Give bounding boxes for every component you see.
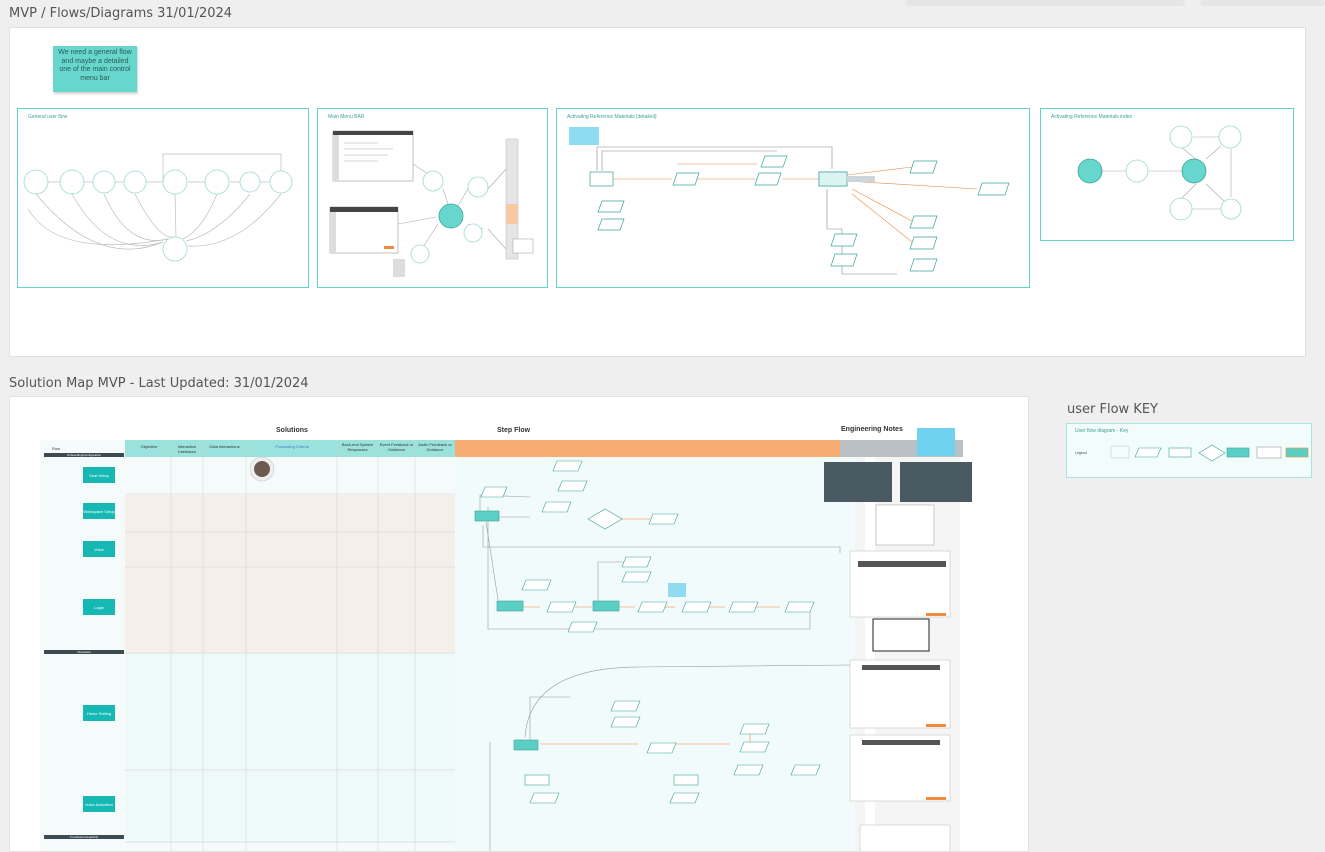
mvp-frame-title: MVP / Flows/Diagrams 31/01/2024: [9, 6, 233, 21]
top-edge-shadow: [905, 0, 1185, 6]
solution-map-frame-title: Solution Map MVP - Last Updated: 31/01/2…: [9, 376, 309, 391]
column-header-back-end: Back-end System Responses: [341, 442, 374, 452]
key-frame[interactable]: User flow diagram - Key Legend: [1066, 423, 1312, 478]
row-label[interactable]: Voice Activation: [83, 796, 115, 812]
subframe-activating-reference-detailed[interactable]: Activating Reference Materials [detailed…: [556, 108, 1030, 288]
activating-reference-diagram: [569, 127, 1010, 275]
solution-map-frame[interactable]: Solutions Step Flow Engineering Notes Ro…: [9, 396, 1029, 852]
row-label[interactable]: Seat Setup: [83, 467, 115, 483]
activating-index-diagram: [1077, 125, 1242, 221]
section-header-step-flow: Step Flow: [497, 427, 531, 434]
row-label[interactable]: Workspace Setup: [83, 503, 115, 519]
mvp-frame[interactable]: We need a general flow and maybe a detai…: [9, 27, 1306, 357]
key-legend-shapes: [1110, 444, 1309, 462]
group-label-interaction: Interaction: [76, 650, 91, 654]
subframe-main-menu-bar[interactable]: Main Menu BAR: [317, 108, 548, 288]
column-header-audio-feedback: Audio Feedback or Guidance: [418, 442, 452, 452]
column-header-interactive-interfaces: Interactive Interfaces: [177, 444, 197, 454]
row-column-header: Row: [52, 446, 61, 451]
group-label-onboarding: Onboarding/Configuration: [66, 453, 102, 457]
general-flow-diagram: [23, 153, 293, 262]
row-label[interactable]: Login: [83, 599, 115, 615]
row-label[interactable]: Voice: [83, 541, 115, 557]
group-label-troubleshooting: Troubleshooting/FAQ: [69, 835, 99, 839]
subframe-activating-reference-index[interactable]: Activating Reference Materials index: [1040, 108, 1294, 241]
row-label[interactable]: Home Setting: [83, 705, 115, 721]
solution-map-canvas: [40, 428, 972, 851]
section-header-engineering-notes: Engineering Notes: [841, 426, 903, 433]
subframe-general-user-flow[interactable]: General user flow: [17, 108, 309, 288]
column-header-event-feedback: Event Feedback or Guidance: [379, 442, 414, 452]
key-frame-title: user Flow KEY: [1067, 402, 1158, 417]
main-menu-diagram: [329, 130, 534, 277]
column-header-processing-criteria: Processing Criteria: [275, 444, 309, 449]
column-header-data-interactions: Data Interactions: [209, 444, 240, 449]
section-header-solutions: Solutions: [276, 427, 308, 434]
sticky-note[interactable]: We need a general flow and maybe a detai…: [53, 46, 137, 92]
top-edge-shadow-2: [1200, 0, 1325, 6]
column-header-objective: Objective: [140, 444, 158, 449]
